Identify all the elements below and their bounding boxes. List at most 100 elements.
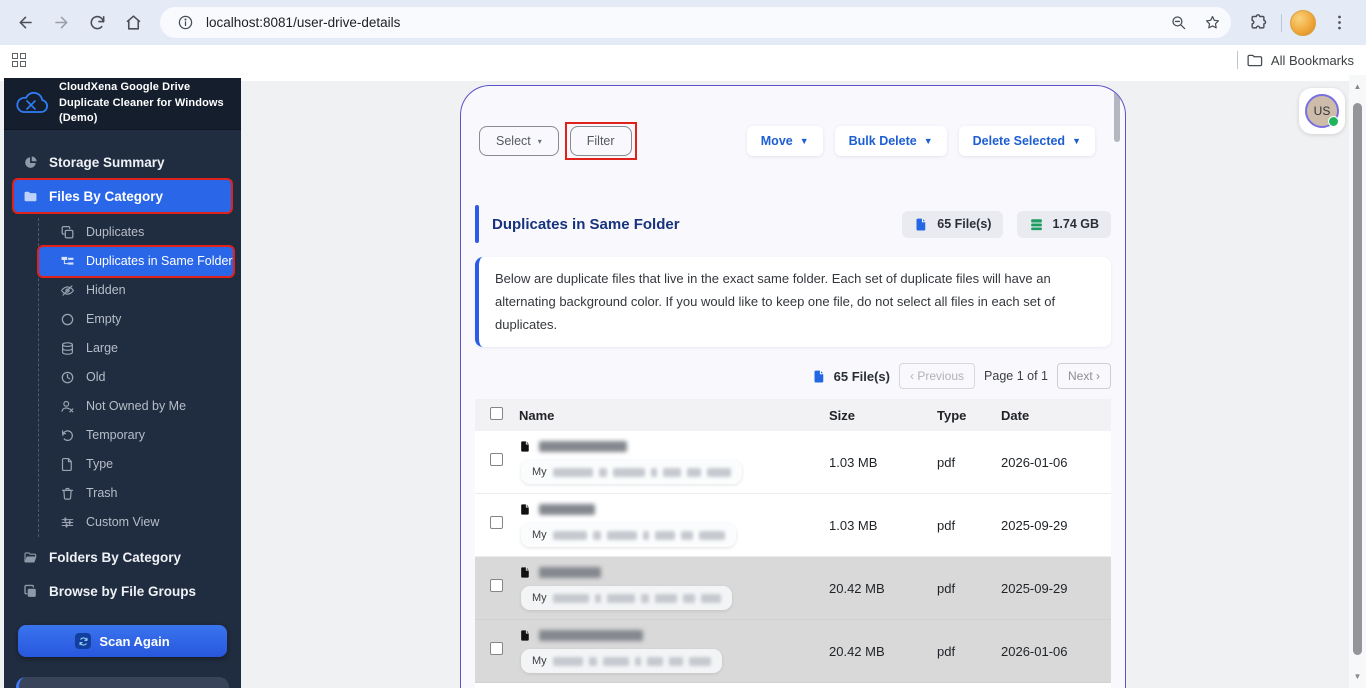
scroll-down-arrow-icon[interactable]: ▼ <box>1349 672 1366 681</box>
panel-scrollbar-thumb[interactable] <box>1114 90 1120 142</box>
url-text[interactable]: localhost:8081/user-drive-details <box>206 15 1157 30</box>
layers-icon <box>22 583 38 599</box>
redacted-path-segment <box>612 467 645 477</box>
path-prefix: My <box>532 466 547 479</box>
back-arrow-icon <box>19 16 32 29</box>
extensions-button[interactable] <box>1243 8 1273 38</box>
forward-button[interactable] <box>46 8 76 38</box>
redacted-file-name <box>539 630 643 642</box>
back-button[interactable] <box>10 8 40 38</box>
file-name-cell: My <box>519 621 829 681</box>
row-checkbox[interactable] <box>490 453 503 467</box>
file-icon <box>519 440 532 453</box>
refresh-button[interactable] <box>82 8 112 38</box>
sidebar-item-trash[interactable]: Trash <box>39 479 233 508</box>
site-info-icon[interactable] <box>172 10 198 36</box>
table-row[interactable]: My622.30 KBpdf2026-01-06 <box>475 683 1111 688</box>
column-header-date: Date <box>1001 407 1030 423</box>
sidebar-item-duplicates-in-same-folder[interactable]: Duplicates in Same Folder <box>39 247 233 276</box>
table-row[interactable]: My 1.03 MB pdf 2026-01-06 <box>475 431 1111 495</box>
move-button[interactable]: Move ▼ <box>746 126 823 156</box>
sidebar-item-custom-view[interactable]: Custom View <box>39 508 233 537</box>
sidebar-item-large[interactable]: Large <box>39 334 233 363</box>
sidebar-item-old[interactable]: Old <box>39 363 233 392</box>
delete-selected-button[interactable]: Delete Selected ▼ <box>958 126 1095 156</box>
page-indicator: Page 1 of 1 <box>984 369 1048 384</box>
redacted-path-segment <box>662 467 681 477</box>
bookmark-star-icon[interactable] <box>1199 10 1225 36</box>
select-dropdown-button[interactable]: Select ▾ <box>479 126 559 156</box>
avatar[interactable]: US <box>1305 94 1339 128</box>
sidebar-item-type[interactable]: Type <box>39 450 233 479</box>
previous-page-button[interactable]: ‹ Previous <box>899 363 976 390</box>
sliders-icon <box>59 515 75 531</box>
sidebar-item-not-owned-by-me[interactable]: Not Owned by Me <box>39 392 233 421</box>
redacted-path-segment <box>634 656 641 666</box>
column-header-size: Size <box>829 407 856 423</box>
table-row[interactable]: My 1.03 MB pdf 2025-09-29 <box>475 494 1111 558</box>
chrome-menu-button[interactable] <box>1324 8 1354 38</box>
row-checkbox[interactable] <box>490 642 503 656</box>
scan-again-button[interactable]: Scan Again <box>18 625 227 657</box>
column-header-type: Type <box>937 407 967 423</box>
eye-off-icon <box>59 283 75 299</box>
pagination-count-value: 65 File(s) <box>833 368 890 384</box>
file-type: pdf <box>937 454 956 470</box>
page-scrollbar[interactable]: ▲ ▼ <box>1349 75 1366 688</box>
forward-arrow-icon <box>54 16 67 29</box>
sidebar-item-hidden[interactable]: Hidden <box>39 276 233 305</box>
file-size: 1.03 MB <box>829 454 878 470</box>
file-date: 2026-01-06 <box>1001 643 1068 659</box>
sidebar-item-temporary[interactable]: Temporary <box>39 421 233 450</box>
filter-button[interactable]: Filter <box>569 126 632 156</box>
redacted-path-segment <box>698 530 725 540</box>
next-page-button[interactable]: Next › <box>1056 363 1111 390</box>
scrollbar-thumb[interactable] <box>1353 103 1362 655</box>
sidebar-item-files-by-category[interactable]: Files By Category <box>14 180 231 212</box>
zoom-out-icon[interactable] <box>1165 10 1191 36</box>
kebab-menu-icon <box>1337 15 1341 30</box>
select-all-checkbox[interactable] <box>490 407 503 421</box>
section-accent-bar <box>475 205 479 243</box>
apps-grid-icon[interactable] <box>12 53 26 67</box>
file-icon <box>519 629 532 642</box>
home-button[interactable] <box>118 8 148 38</box>
sidebar-item-label: Duplicates <box>86 225 145 239</box>
redacted-path-segment <box>640 593 649 603</box>
file-icon <box>59 457 75 473</box>
chevron-down-icon: ▼ <box>1072 136 1081 146</box>
sidebar-item-label: Large <box>86 341 118 355</box>
address-bar[interactable]: localhost:8081/user-drive-details <box>160 7 1231 38</box>
copy-icon <box>59 225 75 241</box>
sidebar-item-duplicates[interactable]: Duplicates <box>39 218 233 247</box>
browser-toolbar: localhost:8081/user-drive-details <box>0 0 1366 45</box>
browser-profile-avatar[interactable] <box>1290 9 1316 36</box>
file-icon <box>519 503 532 516</box>
sidebar-subcategory-group: Duplicates Duplicates in Same Folder Hidde… <box>38 218 241 537</box>
duplicates-section: Duplicates in Same Folder 65 File(s) 1.7… <box>475 205 1111 688</box>
file-count-badge: 65 File(s) <box>902 210 1004 238</box>
puzzle-icon <box>1250 14 1266 29</box>
filter-label: Filter <box>586 134 615 148</box>
pagination-row: 65 File(s) ‹ Previous Page 1 of 1 Next › <box>475 363 1111 390</box>
main-panel: Select ▾ Filter Move ▼ Bulk Delete ▼ Del… <box>460 85 1126 688</box>
path-prefix: My <box>532 529 547 542</box>
all-bookmarks-button[interactable]: All Bookmarks <box>1246 52 1354 69</box>
table-row[interactable]: My 20.42 MB pdf 2025-09-29 <box>475 557 1111 621</box>
row-checkbox[interactable] <box>490 579 503 593</box>
redacted-path-segment <box>680 530 693 540</box>
file-type: pdf <box>937 580 956 596</box>
sidebar-item-folders-by-category[interactable]: Folders By Category <box>14 541 231 573</box>
browser-window: localhost:8081/user-drive-details All Bo… <box>0 0 1366 688</box>
table-row[interactable]: My 20.42 MB pdf 2026-01-06 <box>475 620 1111 684</box>
row-checkbox[interactable] <box>490 516 503 530</box>
sidebar-item-browse-by-file-groups[interactable]: Browse by File Groups <box>14 575 231 607</box>
bulk-delete-button[interactable]: Bulk Delete ▼ <box>834 126 947 156</box>
sidebar-item-label: Folders By Category <box>49 549 182 565</box>
table-header-row: Name Size Type Date <box>475 399 1111 432</box>
scroll-up-arrow-icon[interactable]: ▲ <box>1349 82 1366 91</box>
sidebar-item-storage-summary[interactable]: Storage Summary <box>14 146 231 178</box>
redacted-path-segment <box>646 656 663 666</box>
chevron-down-icon: ▼ <box>923 136 933 146</box>
sidebar-item-empty[interactable]: Empty <box>39 305 233 334</box>
